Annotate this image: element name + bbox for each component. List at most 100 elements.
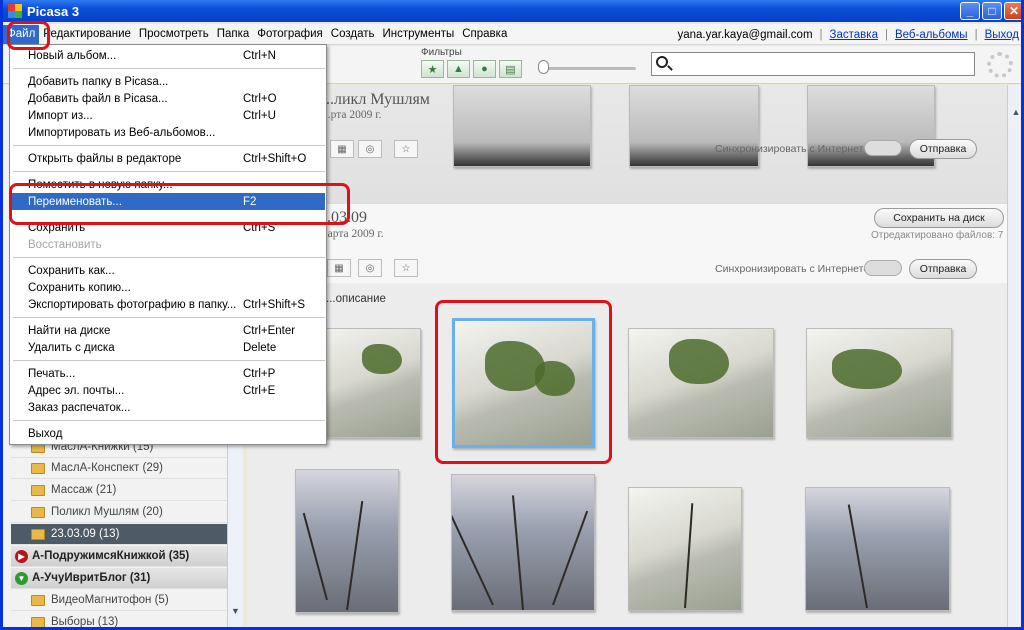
- menu-help[interactable]: Справка: [458, 25, 511, 44]
- photo-thumbnail[interactable]: [805, 487, 950, 611]
- photo-thumbnail[interactable]: [311, 328, 421, 438]
- menu-folder[interactable]: Папка: [213, 25, 254, 44]
- separator: |: [819, 28, 823, 41]
- menu-item-email[interactable]: Адрес эл. почты... Ctrl+E: [11, 382, 325, 399]
- menu-item-export[interactable]: Экспортировать фотографию в папку... Ctrl…: [11, 296, 325, 313]
- photo-thumbnail[interactable]: [453, 85, 591, 167]
- collapse-arrow-icon[interactable]: ▼: [15, 571, 28, 585]
- menu-item-delete-from-disk[interactable]: Удалить с диска Delete: [11, 339, 325, 356]
- send-button[interactable]: Отправка: [909, 139, 977, 159]
- folder-item[interactable]: Поликл Мушлям (20): [11, 502, 227, 523]
- photo-thumbnail[interactable]: [451, 474, 595, 611]
- menu-item-open-in-editor[interactable]: Открыть файлы в редакторе Ctrl+Shift+O: [11, 150, 325, 167]
- folder-group-expanded[interactable]: ▼ А-УчуИвритБлог (31): [11, 568, 227, 589]
- globe-icon[interactable]: ◎: [358, 140, 382, 158]
- sync-label: Синхронизировать с Интернетом: [715, 263, 877, 275]
- menu-item-label: Добавить папку в Picasa...: [28, 75, 169, 88]
- menu-item-locate-on-disk[interactable]: Найти на диске Ctrl+Enter: [11, 322, 325, 339]
- folder-icon: [31, 506, 45, 518]
- scroll-down-arrow-icon[interactable]: ▼: [229, 606, 242, 622]
- album-date: ...арта 2009 г.: [319, 228, 384, 240]
- group-label: А-УчуИвритБлог (31): [32, 572, 151, 584]
- filter-slider-knob[interactable]: [538, 60, 549, 74]
- folder-item[interactable]: Массаж (21): [11, 480, 227, 501]
- star-filter-icon[interactable]: ★: [421, 60, 444, 78]
- slideshow-icon[interactable]: ▦: [327, 259, 351, 277]
- person-filter-icon[interactable]: ●: [473, 60, 496, 78]
- menu-tools[interactable]: Инструменты: [379, 25, 459, 44]
- account-area: yana.yar.kaya@gmail.com | Заставка | Веб…: [678, 24, 1020, 45]
- scroll-up-arrow-icon[interactable]: ▲: [1009, 107, 1021, 123]
- main-scrollbar[interactable]: [1007, 85, 1021, 627]
- menu-item-label: Импорт из...: [28, 109, 93, 122]
- menu-item-shortcut: Ctrl+Shift+O: [243, 152, 307, 165]
- menu-item-label: Сохранить копию...: [28, 281, 131, 294]
- search-input[interactable]: [651, 52, 975, 76]
- folder-item[interactable]: Выборы (13): [11, 612, 227, 627]
- folder-label: Массаж (21): [51, 484, 117, 496]
- star-icon[interactable]: ☆: [394, 140, 418, 158]
- maximize-icon[interactable]: □: [982, 2, 1002, 20]
- menu-item-print[interactable]: Печать... Ctrl+P: [11, 365, 325, 382]
- menu-item-order-prints[interactable]: Заказ распечаток...: [11, 399, 325, 416]
- menu-edit[interactable]: Редактирование: [39, 25, 135, 44]
- menu-item-shortcut: Ctrl+Shift+S: [243, 298, 305, 311]
- photo-thumbnail[interactable]: [628, 487, 742, 611]
- menu-view[interactable]: Просмотреть: [135, 25, 213, 44]
- photo-thumbnail[interactable]: [806, 328, 952, 438]
- film-filter-icon[interactable]: ▤: [499, 60, 522, 78]
- title-bar[interactable]: Picasa 3 _ □ ✕: [3, 0, 1021, 22]
- folder-icon: [31, 528, 45, 540]
- menu-item-add-file[interactable]: Добавить файл в Picasa... Ctrl+O: [11, 90, 325, 107]
- slideshow-icon[interactable]: ▦: [330, 140, 354, 158]
- separator: |: [884, 28, 888, 41]
- menu-create[interactable]: Создать: [327, 25, 379, 44]
- sync-toggle[interactable]: [864, 140, 902, 156]
- globe-icon[interactable]: ◎: [358, 259, 382, 277]
- plant-shape: [832, 349, 902, 389]
- separator: |: [974, 28, 978, 41]
- folder-item[interactable]: ВидеоМагнитофон (5): [11, 590, 227, 611]
- menu-item-import-web-albums[interactable]: Импортировать из Веб-альбомов...: [11, 124, 325, 141]
- expand-arrow-icon[interactable]: ▶: [15, 549, 28, 563]
- sync-toggle[interactable]: [864, 260, 902, 276]
- album-description: ...описание: [326, 293, 386, 305]
- photo-thumbnail[interactable]: [628, 328, 774, 438]
- link-web-albums[interactable]: Веб-альбомы: [895, 29, 968, 41]
- branch-shape: [302, 512, 328, 601]
- close-icon[interactable]: ✕: [1004, 2, 1021, 20]
- send-button[interactable]: Отправка: [909, 259, 977, 279]
- menu-item-label: Удалить с диска: [28, 341, 115, 354]
- menu-item-shortcut: Delete: [243, 341, 277, 354]
- menu-separator: [13, 420, 325, 421]
- menu-item-new-album[interactable]: Новый альбом... Ctrl+N: [11, 47, 325, 64]
- branch-shape: [452, 513, 494, 606]
- group-label: А-ПодружимсяКнижкой (35): [32, 550, 190, 562]
- filter-slider-track[interactable]: [548, 67, 636, 70]
- save-to-disk-button[interactable]: Сохранить на диск: [874, 208, 1004, 228]
- edited-files-count: Отредактировано файлов: 7: [871, 230, 1004, 241]
- branch-shape: [684, 503, 694, 609]
- link-signout[interactable]: Выход: [985, 29, 1019, 41]
- menu-item-import[interactable]: Импорт из... Ctrl+U: [11, 107, 325, 124]
- minimize-icon[interactable]: _: [960, 2, 980, 20]
- folder-item[interactable]: МаслА-Конспект (29): [11, 458, 227, 479]
- star-icon[interactable]: ☆: [394, 259, 418, 277]
- menu-item-save-copy[interactable]: Сохранить копию...: [11, 279, 325, 296]
- folder-group-collapsed[interactable]: ▶ А-ПодружимсяКнижкой (35): [11, 546, 227, 567]
- menu-item-save-as[interactable]: Сохранить как...: [11, 262, 325, 279]
- photo-thumbnail[interactable]: [295, 469, 399, 613]
- highlight-selected-photo: [435, 300, 612, 464]
- folder-item-selected[interactable]: 23.03.09 (13): [11, 524, 227, 545]
- upload-filter-icon[interactable]: ▲: [447, 60, 470, 78]
- menu-item-shortcut: Ctrl+U: [243, 109, 276, 122]
- menu-item-exit[interactable]: Выход: [11, 425, 325, 442]
- menu-item-label: Выход: [28, 427, 63, 440]
- menu-item-add-folder[interactable]: Добавить папку в Picasa...: [11, 73, 325, 90]
- menu-photo[interactable]: Фотография: [253, 25, 327, 44]
- link-screensaver[interactable]: Заставка: [830, 29, 878, 41]
- menu-item-shortcut: Ctrl+O: [243, 92, 277, 105]
- menu-item-shortcut: Ctrl+Enter: [243, 324, 296, 337]
- album-date: ...рта 2009 г.: [322, 109, 382, 121]
- menu-separator: [13, 145, 325, 146]
